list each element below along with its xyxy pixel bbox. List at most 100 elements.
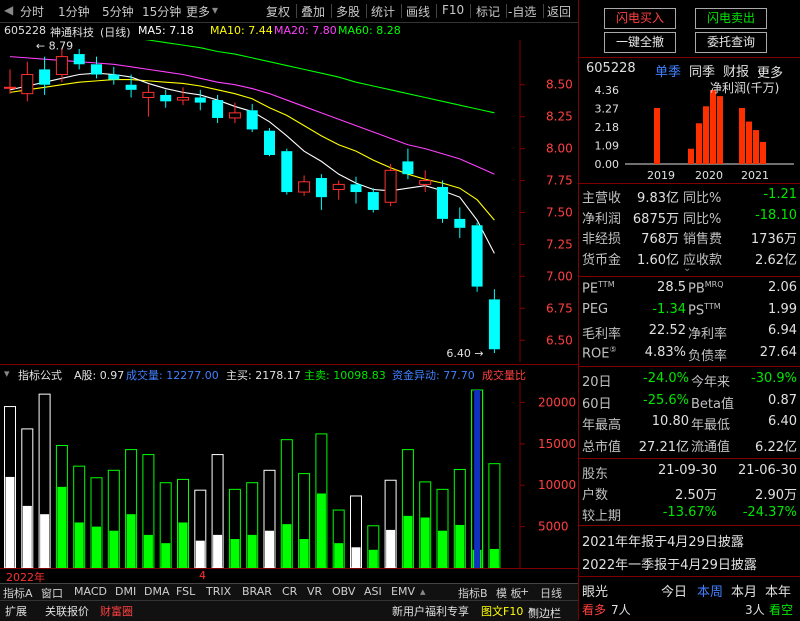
perf-label: 今年来 xyxy=(691,375,731,390)
perf-row: 60日 -25.6% Beta值 0.87 xyxy=(579,392,800,412)
tab-dma[interactable]: DMA xyxy=(144,585,170,598)
watchlist-button[interactable]: -自选 xyxy=(508,3,536,20)
bull-count: 7人 xyxy=(611,603,631,617)
profit-bar xyxy=(654,107,660,164)
tab-trix[interactable]: TRIX xyxy=(206,585,231,598)
flash-sell-button[interactable]: 闪电卖出 xyxy=(695,8,767,29)
holder-value: 21-09-30 xyxy=(657,463,717,478)
candle xyxy=(21,61,34,102)
ma20-label: MA20: 7.80 xyxy=(274,24,337,37)
tab-1min[interactable]: 1分钟 xyxy=(58,3,90,20)
tab-macd[interactable]: MACD xyxy=(74,585,107,598)
overlay-button[interactable]: 叠加 xyxy=(301,3,325,20)
chevron-down-icon[interactable]: ▾ xyxy=(212,3,218,17)
holder-value: -24.37% xyxy=(742,505,797,520)
tab-more[interactable]: 更多 xyxy=(186,3,210,20)
eye-label: 眼光 xyxy=(582,585,609,600)
tab-more-fin[interactable]: 更多... xyxy=(757,61,783,81)
ashare-value: A股: 0.97 xyxy=(74,369,125,382)
tab-5min[interactable]: 5分钟 xyxy=(102,3,134,20)
volume-svg: 20000 15000 10000 5000 xyxy=(4,382,576,569)
eye-month[interactable]: 本月 xyxy=(731,581,757,600)
volume-bar xyxy=(38,393,51,569)
tab-template[interactable]: 模 板 xyxy=(496,585,522,601)
volume-bar xyxy=(436,488,449,569)
profit-tick-label: 0.00 xyxy=(595,158,620,171)
date-axis: 2022年 4 xyxy=(0,568,578,584)
tab-intraday[interactable]: 分时 xyxy=(20,3,44,20)
draw-button[interactable]: 画线 xyxy=(406,3,430,20)
wealth-circle-button[interactable]: 财富圈 xyxy=(100,603,133,619)
fin-value: 768万 xyxy=(641,232,679,247)
chevron-down-icon[interactable]: ▾ xyxy=(4,367,10,380)
perf-value: -25.6% xyxy=(643,392,689,408)
order-query-button[interactable]: 委托查询 xyxy=(695,32,767,53)
low-label: 6.40 → xyxy=(446,347,483,360)
val-label: 负债率 xyxy=(688,348,728,364)
add-tab-button[interactable]: + xyxy=(520,585,529,598)
perf-label: 流通值 xyxy=(691,439,731,455)
scroll-left-icon[interactable]: ◀ xyxy=(4,3,13,17)
val-row: 毛利率 22.52 净利率 6.94 xyxy=(579,322,800,342)
eye-week[interactable]: 本周 xyxy=(697,581,723,600)
tab-obv[interactable]: OBV xyxy=(332,585,355,598)
back-button[interactable]: 返回 xyxy=(547,3,571,20)
stock-name: 神通科技 xyxy=(50,26,94,39)
active-buy-value: 主买: 2178.17 xyxy=(226,369,301,382)
volume-value: 成交量: 12277.00 xyxy=(126,369,219,382)
tab-indicator-a[interactable]: 指标A xyxy=(3,585,33,601)
volume-header: ▾ 指标公式 A股: 0.97 成交量: 12277.00 主买: 2178.1… xyxy=(0,364,578,383)
tab-cr[interactable]: CR xyxy=(282,585,297,598)
tab-indicator-b[interactable]: 指标B xyxy=(458,585,488,601)
eye-today[interactable]: 今日 xyxy=(661,581,687,600)
tab-vr[interactable]: VR xyxy=(307,585,322,598)
related-quote-button[interactable]: 关联报价 xyxy=(45,603,89,619)
val-value: 2.06 xyxy=(768,280,797,295)
top-toolbar: ◀ 分时 1分钟 5分钟 15分钟 更多 ▾ 复权 叠加 多股 统计 画线 F1… xyxy=(0,0,578,23)
multi-stock-button[interactable]: 多股 xyxy=(336,3,360,20)
bear-count: 3人 xyxy=(745,603,765,617)
holder-row: 户数 2.50万 2.90万 xyxy=(579,483,800,503)
panel-stock-code: 605228 xyxy=(586,61,636,76)
sidebar-button[interactable]: 侧边栏» xyxy=(528,603,561,620)
new-user-promo[interactable]: 新用户福利专享 xyxy=(392,603,469,619)
tab-window[interactable]: 窗口 xyxy=(41,585,63,601)
stats-button[interactable]: 统计 xyxy=(371,3,395,20)
chart-title-bar: 605228 神通科技 (日线) MA5: 7.18 MA10: 7.44 MA… xyxy=(0,23,578,39)
mark-button[interactable]: 标记 xyxy=(476,3,500,20)
perf-value: 27.21亿 xyxy=(638,439,689,455)
volume-bar xyxy=(332,509,345,569)
flash-buy-button[interactable]: 闪电买入 xyxy=(604,8,676,29)
perf-row: 总市值 27.21亿 流通值 6.22亿 xyxy=(579,435,800,455)
annual-report-notice[interactable]: 2021年年报于4月29日披露 xyxy=(582,531,744,550)
f10-graphic-button[interactable]: 图文F10 xyxy=(481,603,523,619)
ma5-line xyxy=(9,72,495,254)
volume-bar xyxy=(4,406,16,569)
tab-dmi[interactable]: DMI xyxy=(115,585,136,598)
f10-button[interactable]: F10 xyxy=(442,3,464,17)
tab-15min[interactable]: 15分钟 xyxy=(142,3,181,20)
eye-year[interactable]: 本年 xyxy=(765,581,791,600)
candle xyxy=(160,89,172,108)
adjust-button[interactable]: 复权 xyxy=(266,3,290,20)
volume-bar xyxy=(384,479,397,569)
quarter-report-notice[interactable]: 2022年一季报于4月29日披露 xyxy=(582,554,757,573)
chevron-up-icon[interactable]: ▴ xyxy=(420,585,426,598)
tab-fsl[interactable]: FSL xyxy=(176,585,195,598)
perf-value: 10.80 xyxy=(651,414,689,429)
expand-button[interactable]: 扩展 xyxy=(5,603,27,619)
tab-asi[interactable]: ASI xyxy=(364,585,382,598)
tab-emv[interactable]: EMV xyxy=(391,585,415,598)
period-daily[interactable]: 日线 xyxy=(540,585,562,601)
fin-row: 净利润 6875万 同比% -18.10 xyxy=(579,207,800,227)
tab-brar[interactable]: BRAR xyxy=(242,585,272,598)
perf-label: Beta值 xyxy=(691,396,734,412)
expand-chevron-icon[interactable]: ⌄ xyxy=(683,263,691,274)
cancel-all-button[interactable]: 一键全撤 xyxy=(604,32,676,53)
fin-value: 2.62亿 xyxy=(755,252,797,268)
kline-chart[interactable]: 8.50 8.25 8.00 7.75 7.50 7.25 7.00 6.75 6.50 ← 8.… xyxy=(0,24,578,362)
indicator-formula[interactable]: 指标公式 xyxy=(18,367,62,383)
val-value: 22.52 xyxy=(648,323,686,338)
val-value: -1.34 xyxy=(652,301,686,317)
volume-chart[interactable]: 20000 15000 10000 5000 xyxy=(0,382,578,569)
